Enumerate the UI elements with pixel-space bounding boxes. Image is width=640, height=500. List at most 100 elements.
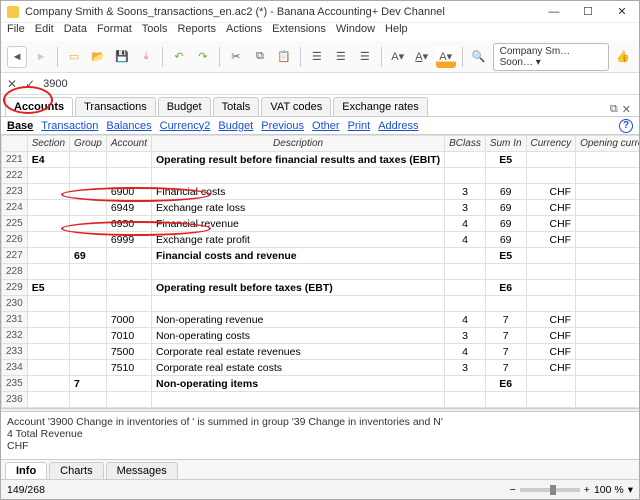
cell[interactable]: Operating result before financial result… xyxy=(151,152,444,168)
cell[interactable]: 3 xyxy=(445,200,486,216)
help-icon[interactable]: ? xyxy=(619,119,633,133)
cell[interactable] xyxy=(576,376,639,392)
cell[interactable] xyxy=(576,328,639,344)
cut-icon[interactable]: ✂ xyxy=(226,46,246,68)
cell[interactable] xyxy=(151,264,444,280)
cell[interactable]: E5 xyxy=(485,248,526,264)
cell[interactable] xyxy=(70,264,107,280)
export-icon[interactable]: ⤓ xyxy=(136,46,156,68)
cell[interactable] xyxy=(106,152,151,168)
cell[interactable] xyxy=(27,264,69,280)
cell[interactable] xyxy=(70,184,107,200)
cell[interactable] xyxy=(576,296,639,312)
menu-file[interactable]: File xyxy=(7,23,25,41)
cell[interactable]: 69 xyxy=(485,216,526,232)
subtab-base[interactable]: Base xyxy=(7,120,33,132)
copy-icon[interactable]: ⧉ xyxy=(250,46,270,68)
table-row[interactable]: 2347510Corporate real estate costs37CHF xyxy=(2,360,640,376)
menu-reports[interactable]: Reports xyxy=(177,23,216,41)
table-row[interactable]: 229E5Operating result before taxes (EBT)… xyxy=(2,280,640,296)
cell[interactable]: Corporate real estate revenues xyxy=(151,344,444,360)
cell[interactable] xyxy=(576,344,639,360)
cell[interactable]: 224 xyxy=(2,200,28,216)
cell[interactable]: Operating result before taxes (EBT) xyxy=(151,280,444,296)
cell[interactable] xyxy=(27,232,69,248)
bottom-tab-charts[interactable]: Charts xyxy=(49,462,103,479)
cell[interactable] xyxy=(106,248,151,264)
cell[interactable]: CHF xyxy=(526,328,576,344)
table-row[interactable]: 22769Financial costs and revenueE5659.00 xyxy=(2,248,640,264)
tab-transactions[interactable]: Transactions xyxy=(75,97,156,116)
cell[interactable]: Exchange rate loss xyxy=(151,200,444,216)
cell[interactable]: 225 xyxy=(2,216,28,232)
cell[interactable] xyxy=(70,328,107,344)
table-row[interactable]: 230 xyxy=(2,296,640,312)
zoom-slider[interactable] xyxy=(520,488,580,492)
column-header[interactable]: BClass xyxy=(445,136,486,152)
cell[interactable]: 227 xyxy=(2,248,28,264)
cell[interactable] xyxy=(576,152,639,168)
column-header[interactable]: Opening currency xyxy=(576,136,639,152)
menu-data[interactable]: Data xyxy=(64,23,87,41)
open-icon[interactable]: 📂 xyxy=(88,46,108,68)
cell[interactable]: 7 xyxy=(485,328,526,344)
cell[interactable] xyxy=(576,248,639,264)
tool2-icon[interactable]: ☰ xyxy=(331,46,351,68)
cell[interactable]: 4 xyxy=(445,232,486,248)
table-row[interactable]: 2236900Financial costs369CHF659.00659.00 xyxy=(2,184,640,200)
cell[interactable]: CHF xyxy=(526,312,576,328)
cell[interactable] xyxy=(27,168,69,184)
cell[interactable]: Financial costs and revenue xyxy=(151,248,444,264)
cell[interactable] xyxy=(151,392,444,408)
cell[interactable]: CHF xyxy=(526,184,576,200)
cell[interactable] xyxy=(526,152,576,168)
cell[interactable] xyxy=(70,216,107,232)
cell[interactable] xyxy=(27,312,69,328)
cell[interactable]: 4 xyxy=(445,216,486,232)
tab-vat-codes[interactable]: VAT codes xyxy=(261,97,331,116)
cell[interactable] xyxy=(445,168,486,184)
back-button[interactable]: ◄ xyxy=(7,46,27,68)
cell[interactable] xyxy=(445,392,486,408)
cell[interactable]: CHF xyxy=(526,216,576,232)
cell[interactable]: 7000 xyxy=(106,312,151,328)
cell[interactable]: 7510 xyxy=(106,360,151,376)
tab-exchange-rates[interactable]: Exchange rates xyxy=(333,97,427,116)
table-row[interactable]: 2246949Exchange rate loss369CHF xyxy=(2,200,640,216)
subtab-previous[interactable]: Previous xyxy=(261,120,304,132)
cell[interactable]: 4 xyxy=(445,312,486,328)
cell[interactable] xyxy=(526,296,576,312)
cell[interactable] xyxy=(106,392,151,408)
cell[interactable]: 7 xyxy=(485,344,526,360)
tab-totals[interactable]: Totals xyxy=(213,97,260,116)
cell[interactable]: CHF xyxy=(526,344,576,360)
cell[interactable] xyxy=(27,392,69,408)
table-row[interactable]: 2256950Financial revenue469CHF xyxy=(2,216,640,232)
cell[interactable]: E6 xyxy=(485,280,526,296)
fill-color-icon[interactable]: A▾ xyxy=(436,46,456,68)
cell[interactable]: 69 xyxy=(70,248,107,264)
cell[interactable]: Non-operating revenue xyxy=(151,312,444,328)
cell[interactable] xyxy=(485,392,526,408)
cell[interactable] xyxy=(151,168,444,184)
redo-icon[interactable]: ↷ xyxy=(193,46,213,68)
table-row[interactable]: 2266999Exchange rate profit469CHF xyxy=(2,232,640,248)
font-icon[interactable]: A▾ xyxy=(388,46,408,68)
bottom-tab-info[interactable]: Info xyxy=(5,462,47,479)
cell[interactable]: 69 xyxy=(485,184,526,200)
bottom-tab-messages[interactable]: Messages xyxy=(106,462,178,479)
cell[interactable] xyxy=(576,392,639,408)
cell[interactable] xyxy=(27,216,69,232)
subtab-balances[interactable]: Balances xyxy=(106,120,151,132)
column-header[interactable] xyxy=(2,136,28,152)
cell[interactable]: E5 xyxy=(485,152,526,168)
cell[interactable] xyxy=(151,296,444,312)
cell[interactable]: 69 xyxy=(485,232,526,248)
maximize-button[interactable]: ☐ xyxy=(571,1,605,23)
ribbon-file-dropdown[interactable]: Company Sm… Soon… ▾ xyxy=(493,43,610,71)
cell[interactable]: CHF xyxy=(526,232,576,248)
cell[interactable]: 6949 xyxy=(106,200,151,216)
cell[interactable]: E4 xyxy=(27,152,69,168)
cell[interactable] xyxy=(27,328,69,344)
data-grid[interactable]: SectionGroupAccountDescriptionBClassSum … xyxy=(1,135,639,408)
